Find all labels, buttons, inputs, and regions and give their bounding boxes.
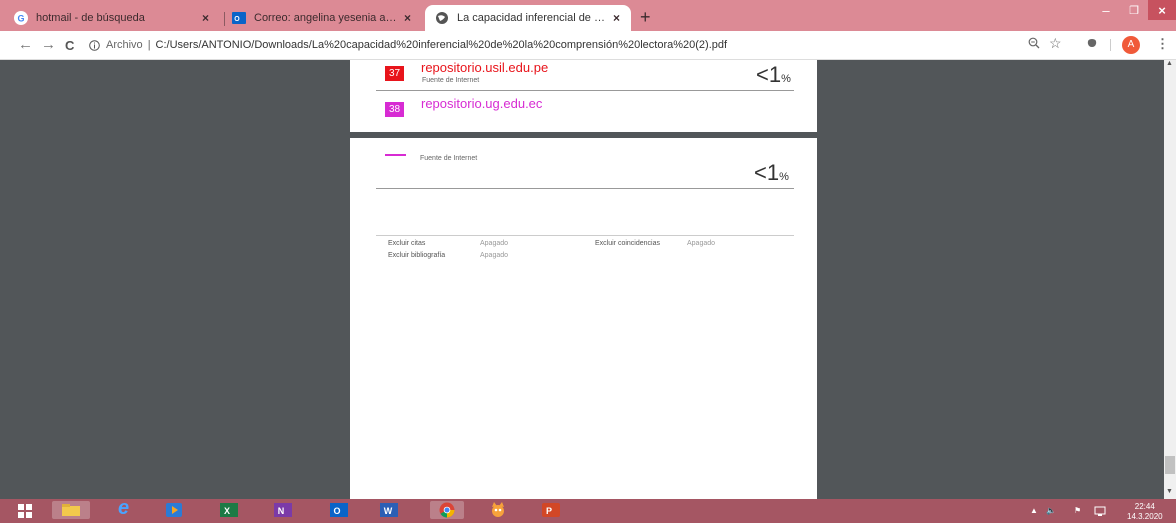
- exclude-matches-value: Apagado: [687, 240, 716, 247]
- source-link[interactable]: repositorio.usil.edu.pe: [421, 60, 548, 75]
- scroll-up-arrow-icon[interactable]: ▲: [1166, 60, 1173, 67]
- scheme-label: Archivo: [106, 39, 143, 51]
- percent-unit: %: [779, 171, 789, 183]
- tab-title: Correo: angelina yesenia avila vil: [254, 12, 398, 24]
- back-button[interactable]: ←: [18, 36, 33, 53]
- minimize-button[interactable]: –: [1092, 0, 1120, 20]
- network-icon[interactable]: [1094, 506, 1106, 516]
- outlook-app-icon: O: [330, 503, 348, 517]
- tab-separator: [224, 12, 225, 26]
- scroll-down-arrow-icon[interactable]: ▼: [1166, 488, 1173, 495]
- folder-icon: [62, 504, 80, 516]
- pdf-page: Fuente de Internet <1% Excluir citas Apa…: [350, 138, 817, 499]
- pdf-page: 37 repositorio.usil.edu.pe Fuente de Int…: [350, 60, 817, 132]
- svg-text:O: O: [234, 16, 240, 23]
- options-divider: [376, 235, 794, 236]
- outlook-icon: O: [232, 12, 246, 24]
- reload-button[interactable]: C: [65, 38, 74, 53]
- scratch-cat-icon: [492, 502, 504, 517]
- percent-unit: %: [781, 73, 791, 85]
- close-tab-icon[interactable]: ×: [202, 11, 209, 25]
- excel-icon: X: [220, 503, 238, 517]
- scratch-button[interactable]: [488, 501, 508, 519]
- menu-kebab-icon[interactable]: ⋮: [1156, 36, 1169, 52]
- volume-icon[interactable]: 🔈: [1046, 506, 1056, 515]
- file-explorer-button[interactable]: [52, 501, 90, 519]
- tab-outlook-mail[interactable]: O Correo: angelina yesenia avila vil ×: [232, 5, 422, 31]
- divider: [376, 188, 794, 189]
- onenote-button[interactable]: N: [272, 501, 292, 519]
- address-bar: ← → C Archivo | C:/Users/ANTONIO/Downloa…: [0, 31, 1176, 60]
- word-button[interactable]: W: [378, 501, 398, 519]
- divider: [376, 90, 794, 91]
- windows-taskbar: e X N O W P ▲ 🔈 ⚑ 22:44 14.3.2020: [0, 497, 1176, 523]
- onenote-icon: N: [274, 503, 292, 517]
- show-hidden-icons[interactable]: ▲: [1030, 506, 1038, 515]
- exclude-bibliography-label: Excluir bibliografía: [388, 252, 446, 259]
- internet-explorer-button[interactable]: e: [116, 497, 136, 519]
- match-number-badge: 38: [385, 102, 404, 117]
- svg-text:N: N: [278, 506, 285, 516]
- source-type: Fuente de Internet: [422, 77, 480, 84]
- omnibox[interactable]: Archivo | C:/Users/ANTONIO/Downloads/La%…: [89, 36, 727, 54]
- zoom-icon[interactable]: [1028, 37, 1040, 49]
- word-icon: W: [380, 503, 398, 517]
- pdf-viewer: 37 repositorio.usil.edu.pe Fuente de Int…: [0, 60, 1164, 499]
- forward-button[interactable]: →: [41, 36, 56, 53]
- extension-icon[interactable]: [1086, 37, 1098, 49]
- media-player-button[interactable]: [164, 501, 184, 519]
- profile-avatar[interactable]: A: [1122, 36, 1140, 54]
- svg-text:P: P: [546, 506, 552, 516]
- svg-text:O: O: [333, 506, 340, 516]
- powerpoint-icon: P: [542, 503, 560, 517]
- match-percent: <1%: [754, 160, 789, 186]
- tab-pdf-document[interactable]: La capacidad inferencial de la co ×: [425, 5, 631, 31]
- maximize-button[interactable]: ❐: [1120, 0, 1148, 20]
- close-tab-icon[interactable]: ×: [613, 11, 620, 25]
- chrome-button[interactable]: [430, 501, 464, 519]
- excel-button[interactable]: X: [218, 501, 238, 519]
- tab-title: hotmail - de búsqueda: [36, 12, 145, 24]
- vertical-scrollbar[interactable]: ▲ ▼: [1164, 60, 1176, 499]
- close-window-button[interactable]: ×: [1148, 0, 1176, 20]
- tab-title: La capacidad inferencial de la co: [457, 12, 607, 24]
- powerpoint-button[interactable]: P: [540, 501, 560, 519]
- scrollbar-thumb[interactable]: [1165, 456, 1175, 474]
- clock-date: 14.3.2020: [1127, 512, 1163, 521]
- exclude-quotes-value: Apagado: [480, 240, 509, 247]
- globe-icon: [436, 12, 448, 24]
- close-tab-icon[interactable]: ×: [404, 11, 411, 25]
- source-link[interactable]: repositorio.ug.edu.ec: [421, 96, 542, 111]
- internet-explorer-icon: e: [118, 497, 130, 519]
- new-tab-button[interactable]: +: [640, 7, 651, 28]
- toolbar-separator: [1110, 39, 1111, 51]
- info-icon[interactable]: [89, 39, 100, 51]
- windows-start-icon[interactable]: [18, 504, 32, 518]
- clock-time: 22:44: [1134, 502, 1155, 511]
- omnibox-separator: |: [147, 39, 151, 51]
- exclude-matches-label: Excluir coincidencias: [595, 240, 660, 247]
- tab-strip: G hotmail - de búsqueda × O Correo: ange…: [0, 0, 1176, 31]
- exclude-bibliography-value: Apagado: [480, 252, 509, 259]
- outlook-button[interactable]: O: [328, 501, 348, 519]
- svg-text:X: X: [224, 506, 230, 516]
- svg-text:W: W: [384, 506, 393, 516]
- google-icon: G: [14, 11, 28, 25]
- match-percent: <1%: [756, 62, 791, 88]
- action-center-flag-icon[interactable]: ⚑: [1074, 506, 1081, 515]
- bookmark-star-icon[interactable]: ☆: [1049, 35, 1062, 52]
- percent-value: <1: [754, 160, 780, 185]
- source-type: Fuente de Internet: [420, 155, 478, 162]
- chrome-icon: [439, 502, 455, 518]
- match-number-badge: 37: [385, 66, 404, 81]
- system-clock[interactable]: 22:44 14.3.2020: [1127, 502, 1163, 522]
- url-text: C:/Users/ANTONIO/Downloads/La%20capacida…: [155, 39, 728, 51]
- tab-hotmail-search[interactable]: G hotmail - de búsqueda ×: [14, 5, 222, 31]
- exclude-quotes-label: Excluir citas: [388, 240, 426, 247]
- match-color-marker: [385, 154, 406, 156]
- svg-text:G: G: [17, 14, 24, 24]
- media-player-icon: [166, 503, 182, 517]
- percent-value: <1: [756, 62, 782, 87]
